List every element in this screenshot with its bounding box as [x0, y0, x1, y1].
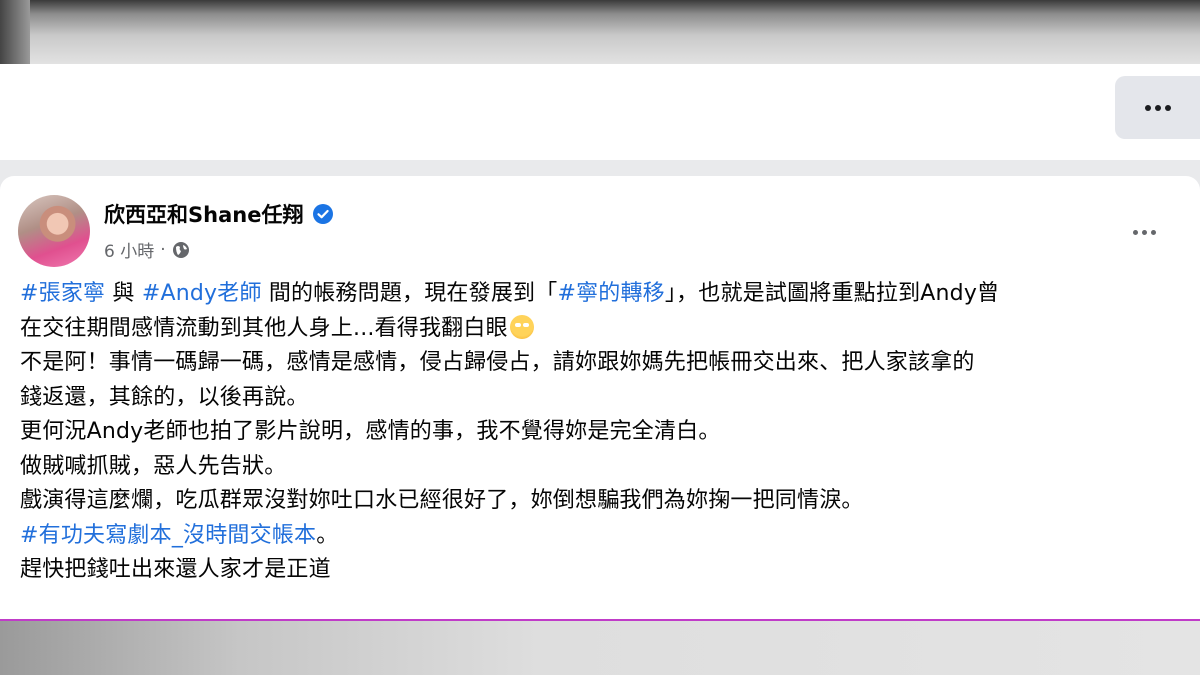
post-text: #張家寧 與 #Andy老師 間的帳務問題，現在發展到「#寧的轉移」，也就是試圖…	[20, 277, 1180, 588]
verified-badge-icon	[313, 204, 334, 224]
post-line: 不是阿！事情一碼歸一碼，感情是感情，侵占歸侵占，請妳跟妳媽先把帳冊交出來、把人家…	[20, 346, 1180, 381]
post-text-segment: 不是阿！事情一碼歸一碼，感情是感情，侵占歸侵占，請妳跟妳媽先把帳冊交出來、把人家…	[20, 350, 975, 375]
more-dots-icon	[1144, 104, 1171, 111]
post-line: #張家寧 與 #Andy老師 間的帳務問題，現在發展到「#寧的轉移」，也就是試圖…	[20, 277, 1180, 312]
meta-separator: ·	[160, 239, 166, 260]
hashtag-link[interactable]: #張家寧	[20, 281, 105, 306]
post-text-segment: 」，也就是試圖將重點拉到Andy曾	[664, 281, 1000, 306]
post-text-segment: 在交往期間感情流動到其他人身上...看得我翻白眼	[20, 315, 508, 341]
blurred-top-region	[0, 0, 1200, 64]
post-text-segment: 趕快把錢吐出來還人家才是正道	[20, 557, 331, 582]
post-line: 在交往期間感情流動到其他人身上...看得我翻白眼	[20, 312, 1180, 347]
post-line: #有功夫寫劇本_沒時間交帳本。	[20, 519, 1180, 554]
hashtag-link[interactable]: #寧的轉移	[557, 281, 664, 306]
more-dots-icon	[1132, 229, 1156, 235]
feed-divider	[0, 160, 1200, 176]
post-text-segment: 與	[105, 281, 142, 306]
post-line: 趕快把錢吐出來還人家才是正道	[20, 553, 1180, 588]
post-more-options-button[interactable]	[1126, 220, 1162, 244]
post-line: 做賊喊抓賊，惡人先告狀。	[20, 450, 1180, 485]
globe-icon	[172, 241, 189, 258]
post-line: 更何況Andy老師也拍了影片說明，感情的事，我不覺得妳是完全清白。	[20, 415, 1180, 450]
post-text-segment: 戲演得這麼爛，吃瓜群眾沒對妳吐口水已經很好了，妳倒想騙我們為妳掬一把同情淚。	[20, 488, 864, 513]
hashtag-link[interactable]: #有功夫寫劇本_沒時間交帳本	[20, 523, 316, 548]
post-text-segment: 做賊喊抓賊，惡人先告狀。	[20, 453, 287, 479]
post-timestamp[interactable]: 6 小時	[104, 237, 154, 262]
more-options-button[interactable]	[1115, 76, 1200, 139]
eye-roll-emoji-icon	[509, 314, 534, 339]
hashtag-link[interactable]: #Andy老師	[142, 281, 262, 306]
post-card: 欣西亞和Shane任翔 6 小時 · #張家寧 與 #Andy老師 間的帳務問題…	[0, 176, 1200, 619]
post-text-segment: 更何況Andy老師也拍了影片說明，感情的事，我不覺得妳是完全清白。	[20, 419, 721, 444]
post-text-segment: 間的帳務問題，現在發展到「	[261, 281, 558, 306]
post-text-segment: 。	[316, 522, 339, 548]
header-bar	[0, 64, 1200, 160]
author-name[interactable]: 欣西亞和Shane任翔	[104, 199, 303, 229]
post-meta: 6 小時 ·	[104, 237, 190, 262]
blurred-bottom-region	[0, 621, 1200, 675]
post-text-segment: 錢返還，其餘的，以後再說。	[20, 384, 309, 410]
post-line: 錢返還，其餘的，以後再說。	[20, 381, 1180, 416]
post-line: 戲演得這麼爛，吃瓜群眾沒對妳吐口水已經很好了，妳倒想騙我們為妳掬一把同情淚。	[20, 484, 1180, 519]
author-row: 欣西亞和Shane任翔	[104, 199, 334, 229]
avatar[interactable]	[18, 195, 90, 267]
